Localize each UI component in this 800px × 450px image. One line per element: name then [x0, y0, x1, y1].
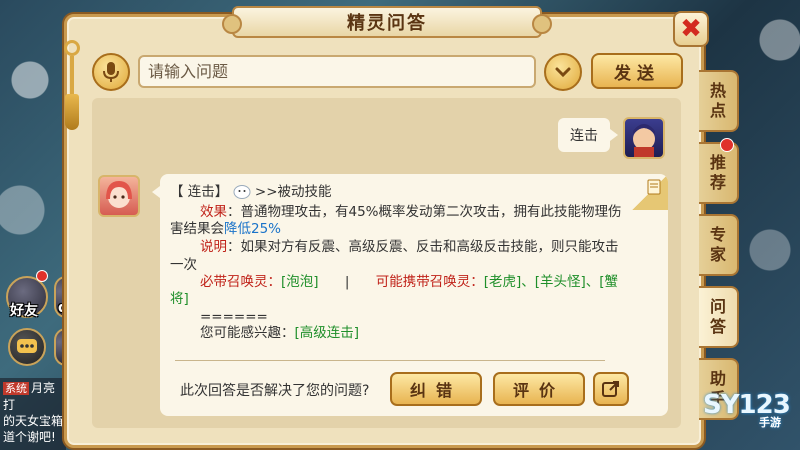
chat-line-2: 的天女宝箱 [3, 414, 64, 428]
chat-line-3: 道个谢吧! [3, 430, 56, 444]
site-watermark: SY123 手游 [703, 390, 791, 430]
skill-name: 【 连击】 [170, 184, 229, 200]
note-line-2: 一次 [170, 257, 197, 273]
note-icon [647, 179, 661, 195]
tab-expert-label-1: 专 [709, 225, 726, 244]
rate-button[interactable]: 评价 [493, 372, 585, 406]
tab-hot-label-2: 点 [709, 101, 726, 120]
interest-link[interactable]: [高级连击] [295, 325, 360, 341]
separator: | [344, 274, 350, 290]
close-button[interactable]: ✖ [673, 11, 709, 47]
tab-qa-label-2: 答 [709, 317, 726, 336]
interest-line: 您可能感兴趣：[高级连击] [200, 324, 359, 342]
must-summon-label: 必带召唤灵： [200, 274, 281, 290]
chat-bubble-icon[interactable] [8, 328, 46, 366]
assistant-avatar [98, 175, 140, 217]
effect-text: ：普通物理攻击，有45%概率发动第二次攻击，拥有此技能物理伤 [227, 204, 622, 220]
tab-expert[interactable]: 专家 [699, 214, 739, 276]
friends-label: 好友 [10, 303, 38, 319]
tassel-ornament [62, 40, 82, 130]
tab-recommend-label-1: 推 [709, 153, 726, 172]
dialog-title: 精灵问答 [347, 13, 427, 34]
share-icon [602, 381, 619, 397]
tab-recommend[interactable]: 推荐 [699, 142, 739, 204]
chevron-down-icon [555, 67, 571, 78]
share-button[interactable] [593, 372, 629, 406]
effect-line-1: 效果：普通物理攻击，有45%概率发动第二次攻击，拥有此技能物理伤 [200, 203, 622, 221]
note-label: 说明 [200, 239, 227, 255]
skill-type: >>被动技能 [254, 184, 332, 200]
world-chat: 系统 月亮打 的天女宝箱 道个谢吧! [0, 378, 66, 450]
tab-hot[interactable]: 热点 [699, 70, 739, 132]
close-icon: ✖ [680, 14, 702, 44]
may-summon-label: 可能携带召唤灵： [375, 274, 484, 290]
note-text: ：如果对方有反震、高级反震、反击和高级反击技能，则只能攻击 [227, 239, 619, 255]
summon-line-1: 必带召唤灵：[泡泡] | 可能携带召唤灵：[老虎]、[羊头怪]、[蟹 [200, 273, 618, 291]
may-summon-links[interactable]: [老虎]、[羊头怪]、[蟹 [484, 274, 618, 290]
pet-emoji-icon [233, 185, 251, 199]
tab-recommend-label-2: 荐 [709, 173, 726, 192]
bookmark-corner[interactable] [632, 174, 668, 210]
friends-notification-dot [36, 270, 48, 282]
send-button[interactable]: 发送 [591, 53, 683, 89]
chat-system-tag: 系统 [3, 382, 29, 395]
tab-hot-label-1: 热 [709, 81, 726, 100]
answer-divider [175, 360, 605, 361]
answer-heading: 【 连击】 >>被动技能 [170, 183, 332, 201]
tab-qa-label-1: 问 [709, 297, 726, 316]
recommend-notification-dot [720, 138, 734, 152]
user-avatar [623, 117, 665, 159]
history-dropdown-button[interactable] [544, 53, 582, 91]
must-summon-link[interactable]: [泡泡] [281, 274, 319, 290]
microphone-button[interactable] [92, 53, 130, 91]
question-input[interactable] [138, 55, 536, 88]
feedback-question: 此次回答是否解决了您的问题? [180, 383, 370, 399]
tab-qa[interactable]: 问答 [699, 286, 739, 348]
interest-label: 您可能感兴趣： [200, 325, 295, 341]
title-plate: 精灵问答 [222, 6, 552, 38]
note-line-1: 说明：如果对方有反震、高级反震、反击和高级反击技能，则只能攻击 [200, 238, 619, 256]
tab-assistant-label-1: 助 [709, 369, 726, 388]
tab-expert-label-2: 家 [709, 245, 726, 264]
effect-text-cont: 害结果会 [170, 221, 224, 237]
effect-line-2: 害结果会降低25% [170, 220, 281, 238]
user-message-bubble: 连击 [558, 118, 618, 152]
microphone-icon [103, 62, 119, 82]
may-summon-links-cont[interactable]: 将] [170, 290, 189, 308]
effect-highlight: 降低25% [224, 221, 282, 237]
correct-button[interactable]: 纠错 [390, 372, 482, 406]
effect-label: 效果 [200, 204, 227, 220]
